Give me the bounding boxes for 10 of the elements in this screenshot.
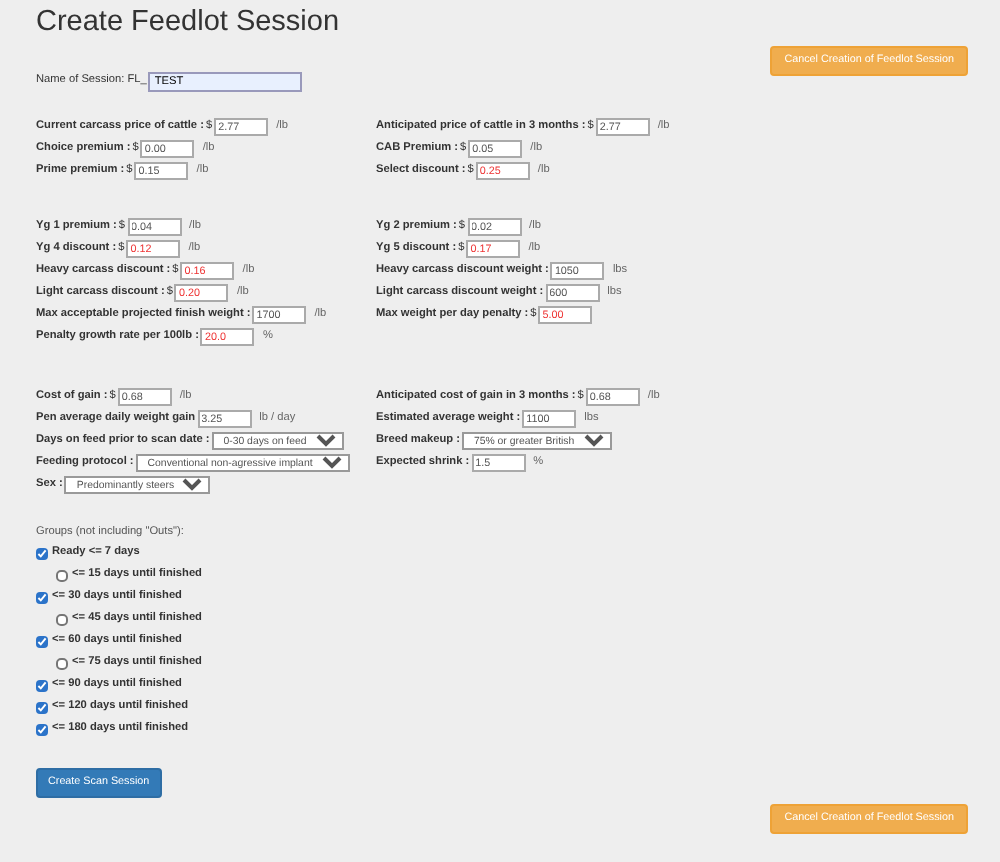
checkbox[interactable] xyxy=(56,569,68,581)
checkbox[interactable] xyxy=(36,701,48,713)
page-title: Create Feedlot Session xyxy=(36,4,342,40)
checkbox[interactable] xyxy=(36,679,48,691)
checkbox[interactable] xyxy=(56,657,68,669)
checkbox[interactable] xyxy=(36,591,48,603)
checkbox[interactable] xyxy=(36,723,48,735)
checkbox[interactable] xyxy=(36,635,48,647)
checkbox[interactable] xyxy=(36,547,48,559)
checkbox[interactable] xyxy=(56,613,68,625)
